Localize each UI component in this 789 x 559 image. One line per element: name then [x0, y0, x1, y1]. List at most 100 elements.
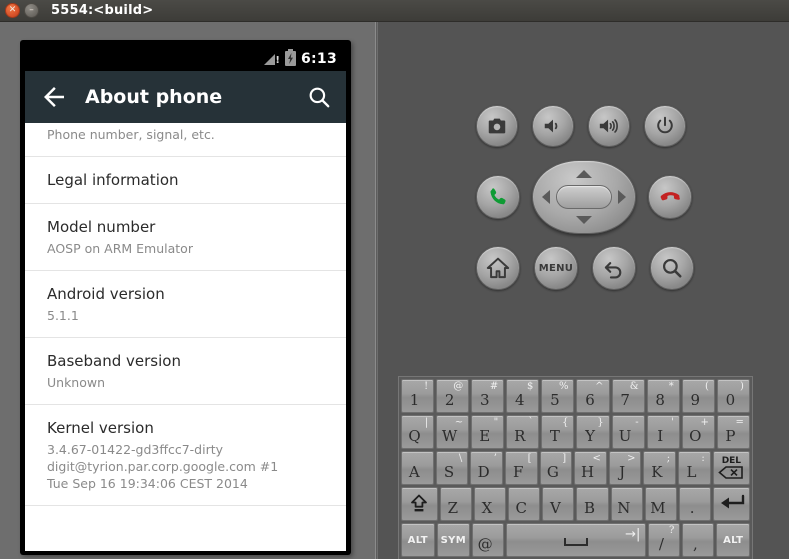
key-0[interactable]: 0) [716, 379, 750, 413]
key-,[interactable]: , [682, 523, 715, 557]
list-item[interactable]: Model number AOSP on ARM Emulator [25, 204, 346, 271]
key-z[interactable]: Z [439, 487, 472, 521]
list-item-subtitle: 5.1.1 [47, 307, 324, 324]
key-j[interactable]: J > [608, 451, 642, 485]
key-alt[interactable]: ALT [716, 523, 750, 557]
key-alt-label: ( [704, 381, 709, 392]
dpad-left[interactable] [542, 190, 550, 204]
key-x[interactable]: X [473, 487, 507, 521]
key-p[interactable]: P = [716, 415, 750, 449]
settings-list[interactable]: Phone number, signal, etc. Legal informat… [25, 123, 346, 551]
key-shift[interactable] [401, 487, 438, 521]
list-item[interactable]: Baseband version Unknown [25, 338, 346, 405]
menu-button[interactable]: MENU [534, 246, 578, 290]
key-4[interactable]: 4 $ [506, 379, 540, 413]
call-button[interactable] [476, 175, 520, 219]
key-delete[interactable]: DEL [712, 451, 750, 485]
key-7[interactable]: 7 & [611, 379, 645, 413]
list-item[interactable]: Legal information [25, 157, 346, 204]
key-q[interactable]: Q | [401, 415, 435, 449]
keyboard-row: 1! 2 @3 #4 $5% 6 ^ 7 & 8 * 9(0) [401, 379, 750, 413]
dpad-down[interactable] [576, 216, 592, 224]
key-2[interactable]: 2 @ [436, 379, 470, 413]
key-v[interactable]: V [542, 487, 575, 521]
key-s[interactable]: S \ [435, 451, 469, 485]
key-c[interactable]: C [508, 487, 541, 521]
key-u[interactable]: U- [611, 415, 645, 449]
key-8[interactable]: 8 * [646, 379, 680, 413]
key-label: I [657, 426, 664, 445]
key-.[interactable]: . [679, 487, 712, 521]
key-g[interactable]: G] [539, 451, 573, 485]
key-9[interactable]: 9( [681, 379, 715, 413]
key-alt-label: | [424, 417, 429, 428]
back-button[interactable] [592, 246, 636, 290]
dpad-right[interactable] [618, 190, 626, 204]
backspace-icon [718, 466, 744, 479]
key-enter[interactable] [713, 487, 750, 521]
key-label: K [651, 462, 663, 481]
key-label: Y [585, 426, 595, 445]
list-item-title: Legal information [47, 171, 179, 189]
key-3[interactable]: 3 # [471, 379, 505, 413]
list-item-subtitle: 3.4.67-01422-gd3ffcc7-dirty digit@tyrion.… [47, 441, 324, 492]
list-item-subtitle-line: 5.1.1 [47, 308, 79, 323]
key-6[interactable]: 6 ^ [576, 379, 610, 413]
dpad-center[interactable] [556, 185, 612, 209]
search-button[interactable] [650, 246, 694, 290]
keyboard-row: Q | W ~ E " R ` T{Y} U - I ' O + P = [401, 415, 750, 449]
key-k[interactable]: K; [643, 451, 677, 485]
key-label: W [441, 426, 458, 445]
key-label: 2 [444, 390, 455, 409]
minimize-icon[interactable]: – [24, 3, 39, 18]
key-alt-label: < [592, 453, 601, 464]
key-label: E [479, 426, 491, 445]
key-n[interactable]: N [610, 487, 643, 521]
battery-charging-icon [284, 49, 296, 66]
list-item[interactable]: Android version 5.1.1 [25, 271, 346, 338]
key-h[interactable]: H < [574, 451, 607, 485]
space-icon [564, 538, 589, 546]
key-sym[interactable]: SYM [436, 523, 471, 557]
key-@[interactable]: @ [472, 523, 505, 557]
key-label: @ [477, 534, 493, 553]
key-label: / [658, 534, 664, 553]
end-call-button[interactable] [648, 175, 692, 219]
key-m[interactable]: M [644, 487, 678, 521]
key-a[interactable]: A [401, 451, 434, 485]
key-1[interactable]: 1! [401, 379, 435, 413]
key-y[interactable]: Y} [576, 415, 610, 449]
key-l[interactable]: L: [678, 451, 711, 485]
key-o[interactable]: O + [681, 415, 715, 449]
search-icon[interactable] [306, 84, 332, 110]
key-e[interactable]: E " [471, 415, 505, 449]
key-r[interactable]: R ` [506, 415, 540, 449]
dpad[interactable] [532, 160, 636, 234]
signal-warning-icon: ! [263, 52, 280, 66]
key-t[interactable]: T{ [541, 415, 575, 449]
key-space[interactable]: →| [506, 523, 647, 557]
camera-button[interactable] [476, 105, 518, 147]
key-b[interactable]: B [576, 487, 609, 521]
key-d[interactable]: D’ [470, 451, 503, 485]
key-f[interactable]: F[ [504, 451, 538, 485]
volume-up-button[interactable] [588, 105, 630, 147]
list-item[interactable]: Kernel version 3.4.67-01422-gd3ffcc7-dirt… [25, 405, 346, 506]
key-w[interactable]: W ~ [436, 415, 470, 449]
window-controls: ✕ – [5, 3, 39, 18]
dpad-up[interactable] [576, 170, 592, 178]
key-5[interactable]: 5% [541, 379, 575, 413]
key-alt-label: * [668, 381, 674, 392]
power-button[interactable] [644, 105, 686, 147]
key-alt[interactable]: ALT [401, 523, 435, 557]
close-icon[interactable]: ✕ [5, 3, 20, 18]
key-i[interactable]: I ' [646, 415, 680, 449]
virtual-keyboard[interactable]: 1! 2 @3 #4 $5% 6 ^ 7 & 8 * 9(0) Q | W ~ E " R ` T{Y} U - I ' O + P =… [398, 376, 753, 559]
list-item[interactable]: Phone number, signal, etc. [25, 126, 346, 157]
key-/[interactable]: /? [648, 523, 681, 557]
volume-down-button[interactable] [532, 105, 574, 147]
back-arrow-icon[interactable] [39, 82, 69, 112]
key-label: U [618, 426, 632, 445]
key-alt-label: ^ [595, 381, 604, 392]
home-button[interactable] [476, 246, 520, 290]
